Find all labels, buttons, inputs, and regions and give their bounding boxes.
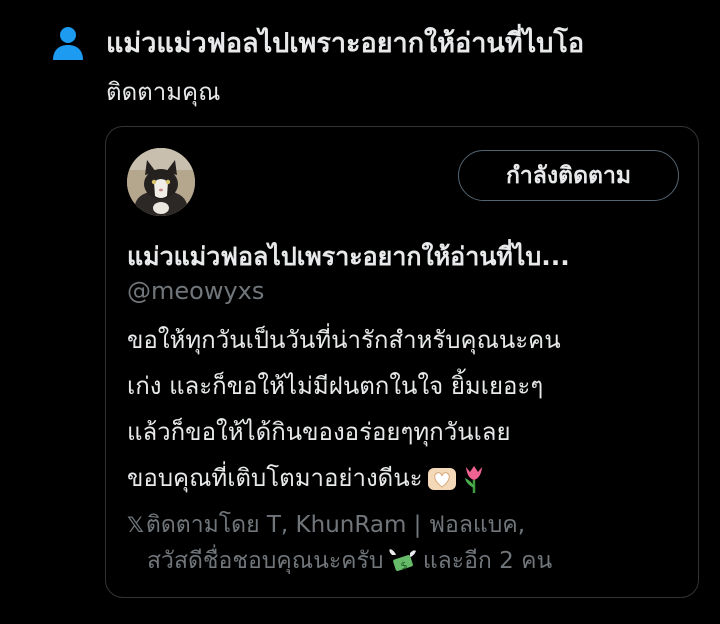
followed-by[interactable]: 𝕏ติดตามโดย T, KhunRam | ฟอลแบค, สวัสดีชื… <box>127 507 687 579</box>
following-button[interactable]: กำลังติดตาม <box>458 150 679 201</box>
followed-by-line-1: 𝕏ติดตามโดย T, KhunRam | ฟอลแบค, <box>127 507 687 543</box>
followed-by-suffix: และอีก 2 คน <box>422 548 553 574</box>
notification-action-text: ติดตามคุณ <box>106 78 221 106</box>
money-with-wings-icon: $ <box>388 548 416 572</box>
bio-line-text: ขอบคุณที่เติบโตมาอย่างดีนะ <box>127 464 423 492</box>
person-icon <box>53 27 83 60</box>
bio-line-last: ขอบคุณที่เติบโตมาอย่างดีนะ <box>127 455 687 501</box>
avatar[interactable] <box>127 148 195 216</box>
followed-by-text-2: สวัสดีชื่อชอบคุณนะครับ <box>147 548 384 574</box>
bio-line: เก่ง และก็ขอให้ไม่มีฝนตกในใจ ยิ้มเยอะๆ <box>127 372 544 400</box>
bio-line: แล้วก็ขอให้ได้กินของอร่อยๆทุกวันเลย <box>127 418 511 446</box>
followed-by-line-2: สวัสดีชื่อชอบคุณนะครับ $ และอีก 2 คน <box>127 543 687 579</box>
x-logo-icon: 𝕏 <box>127 513 144 537</box>
bio: ขอให้ทุกวันเป็นวันที่น่ารักสำหรับคุณนะคน… <box>127 317 687 501</box>
display-name[interactable]: แม่วแม่วฟอลไปเพราะอยากให้อ่านที่ไบ... <box>127 237 667 277</box>
followed-by-text: ติดตามโดย T, KhunRam | ฟอลแบค, <box>145 512 526 538</box>
heart-hands-icon <box>427 468 456 490</box>
bio-line: ขอให้ทุกวันเป็นวันที่น่ารักสำหรับคุณนะคน <box>127 326 561 354</box>
actor-name[interactable]: แม่วแม่วฟอลไปเพราะอยากให้อ่านที่ไบโอ <box>106 24 584 64</box>
user-card[interactable]: กำลังติดตาม แม่วแม่วฟอลไปเพราะอยากให้อ่า… <box>105 126 699 598</box>
tulip-icon <box>464 466 482 493</box>
user-handle[interactable]: @meowyxs <box>127 273 264 309</box>
cat-photo <box>127 148 195 216</box>
